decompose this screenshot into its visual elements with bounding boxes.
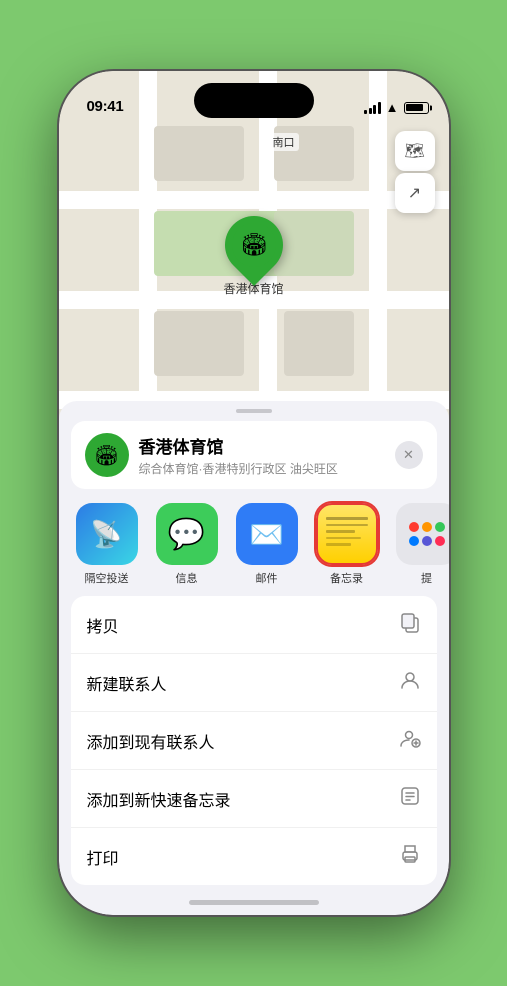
share-item-messages[interactable]: 💬 信息: [151, 503, 223, 586]
share-item-airdrop[interactable]: 📡 隔空投送: [71, 503, 143, 586]
new-contact-icon: [399, 669, 421, 696]
action-print[interactable]: 打印: [71, 828, 437, 885]
new-contact-label: 新建联系人: [87, 671, 167, 695]
messages-label: 信息: [176, 570, 198, 586]
dynamic-island: [194, 83, 314, 118]
more-icon-box: [396, 503, 449, 565]
venue-subtitle: 综合体育馆·香港特别行政区 油尖旺区: [139, 460, 385, 477]
wifi-icon: ▲: [386, 100, 399, 115]
pin-icon: 🏟: [212, 204, 294, 286]
more-label: 提: [421, 570, 432, 586]
map-view-button[interactable]: 🗺: [395, 131, 435, 171]
add-existing-icon: [399, 727, 421, 754]
bottom-sheet: 🏟 香港体育馆 综合体育馆·香港特别行政区 油尖旺区 ✕ 📡 隔空投送: [59, 401, 449, 915]
notes-icon-box: [316, 503, 378, 565]
copy-icon: [399, 611, 421, 638]
airdrop-icon-box: 📡: [76, 503, 138, 565]
messages-icon-box: 💬: [156, 503, 218, 565]
status-time: 09:41: [87, 98, 124, 115]
signal-icon: [364, 102, 381, 114]
action-add-notes[interactable]: 添加到新快速备忘录: [71, 770, 437, 828]
mail-icon-box: ✉️: [236, 503, 298, 565]
location-pin: 🏟 香港体育馆: [223, 216, 283, 297]
close-button[interactable]: ✕: [395, 441, 423, 469]
share-item-more[interactable]: 提: [391, 503, 449, 586]
print-icon: [399, 843, 421, 870]
home-indicator: [189, 900, 319, 905]
sheet-handle: [236, 409, 272, 413]
status-icons: ▲: [364, 100, 428, 115]
print-label: 打印: [87, 845, 119, 869]
action-new-contact[interactable]: 新建联系人: [71, 654, 437, 712]
add-notes-label: 添加到新快速备忘录: [87, 787, 231, 811]
venue-icon: 🏟: [85, 433, 129, 477]
venue-info: 香港体育馆 综合体育馆·香港特别行政区 油尖旺区: [139, 433, 385, 477]
add-notes-icon: [399, 785, 421, 812]
notes-label: 备忘录: [330, 570, 363, 586]
action-add-existing[interactable]: 添加到现有联系人: [71, 712, 437, 770]
phone-screen: 南口 🗺 ↗ 🏟 香港体育馆 09:41: [59, 71, 449, 915]
map-controls: 🗺 ↗: [395, 131, 435, 213]
phone-frame: 南口 🗺 ↗ 🏟 香港体育馆 09:41: [59, 71, 449, 915]
share-item-mail[interactable]: ✉️ 邮件: [231, 503, 303, 586]
sheet-handle-area: [59, 401, 449, 413]
venue-name: 香港体育馆: [139, 433, 385, 458]
add-existing-label: 添加到现有联系人: [87, 729, 215, 753]
share-row: 📡 隔空投送 💬 信息 ✉️ 邮件: [59, 497, 449, 596]
battery-icon: [404, 102, 429, 114]
action-copy[interactable]: 拷贝: [71, 596, 437, 654]
location-card: 🏟 香港体育馆 综合体育馆·香港特别行政区 油尖旺区 ✕: [71, 421, 437, 489]
airdrop-label: 隔空投送: [85, 570, 129, 586]
copy-label: 拷贝: [87, 613, 119, 637]
map-north-exit-label: 南口: [269, 133, 299, 151]
location-button[interactable]: ↗: [395, 173, 435, 213]
mail-label: 邮件: [256, 570, 278, 586]
action-list: 拷贝 新建联系人: [71, 596, 437, 885]
share-item-notes[interactable]: 备忘录: [311, 503, 383, 586]
